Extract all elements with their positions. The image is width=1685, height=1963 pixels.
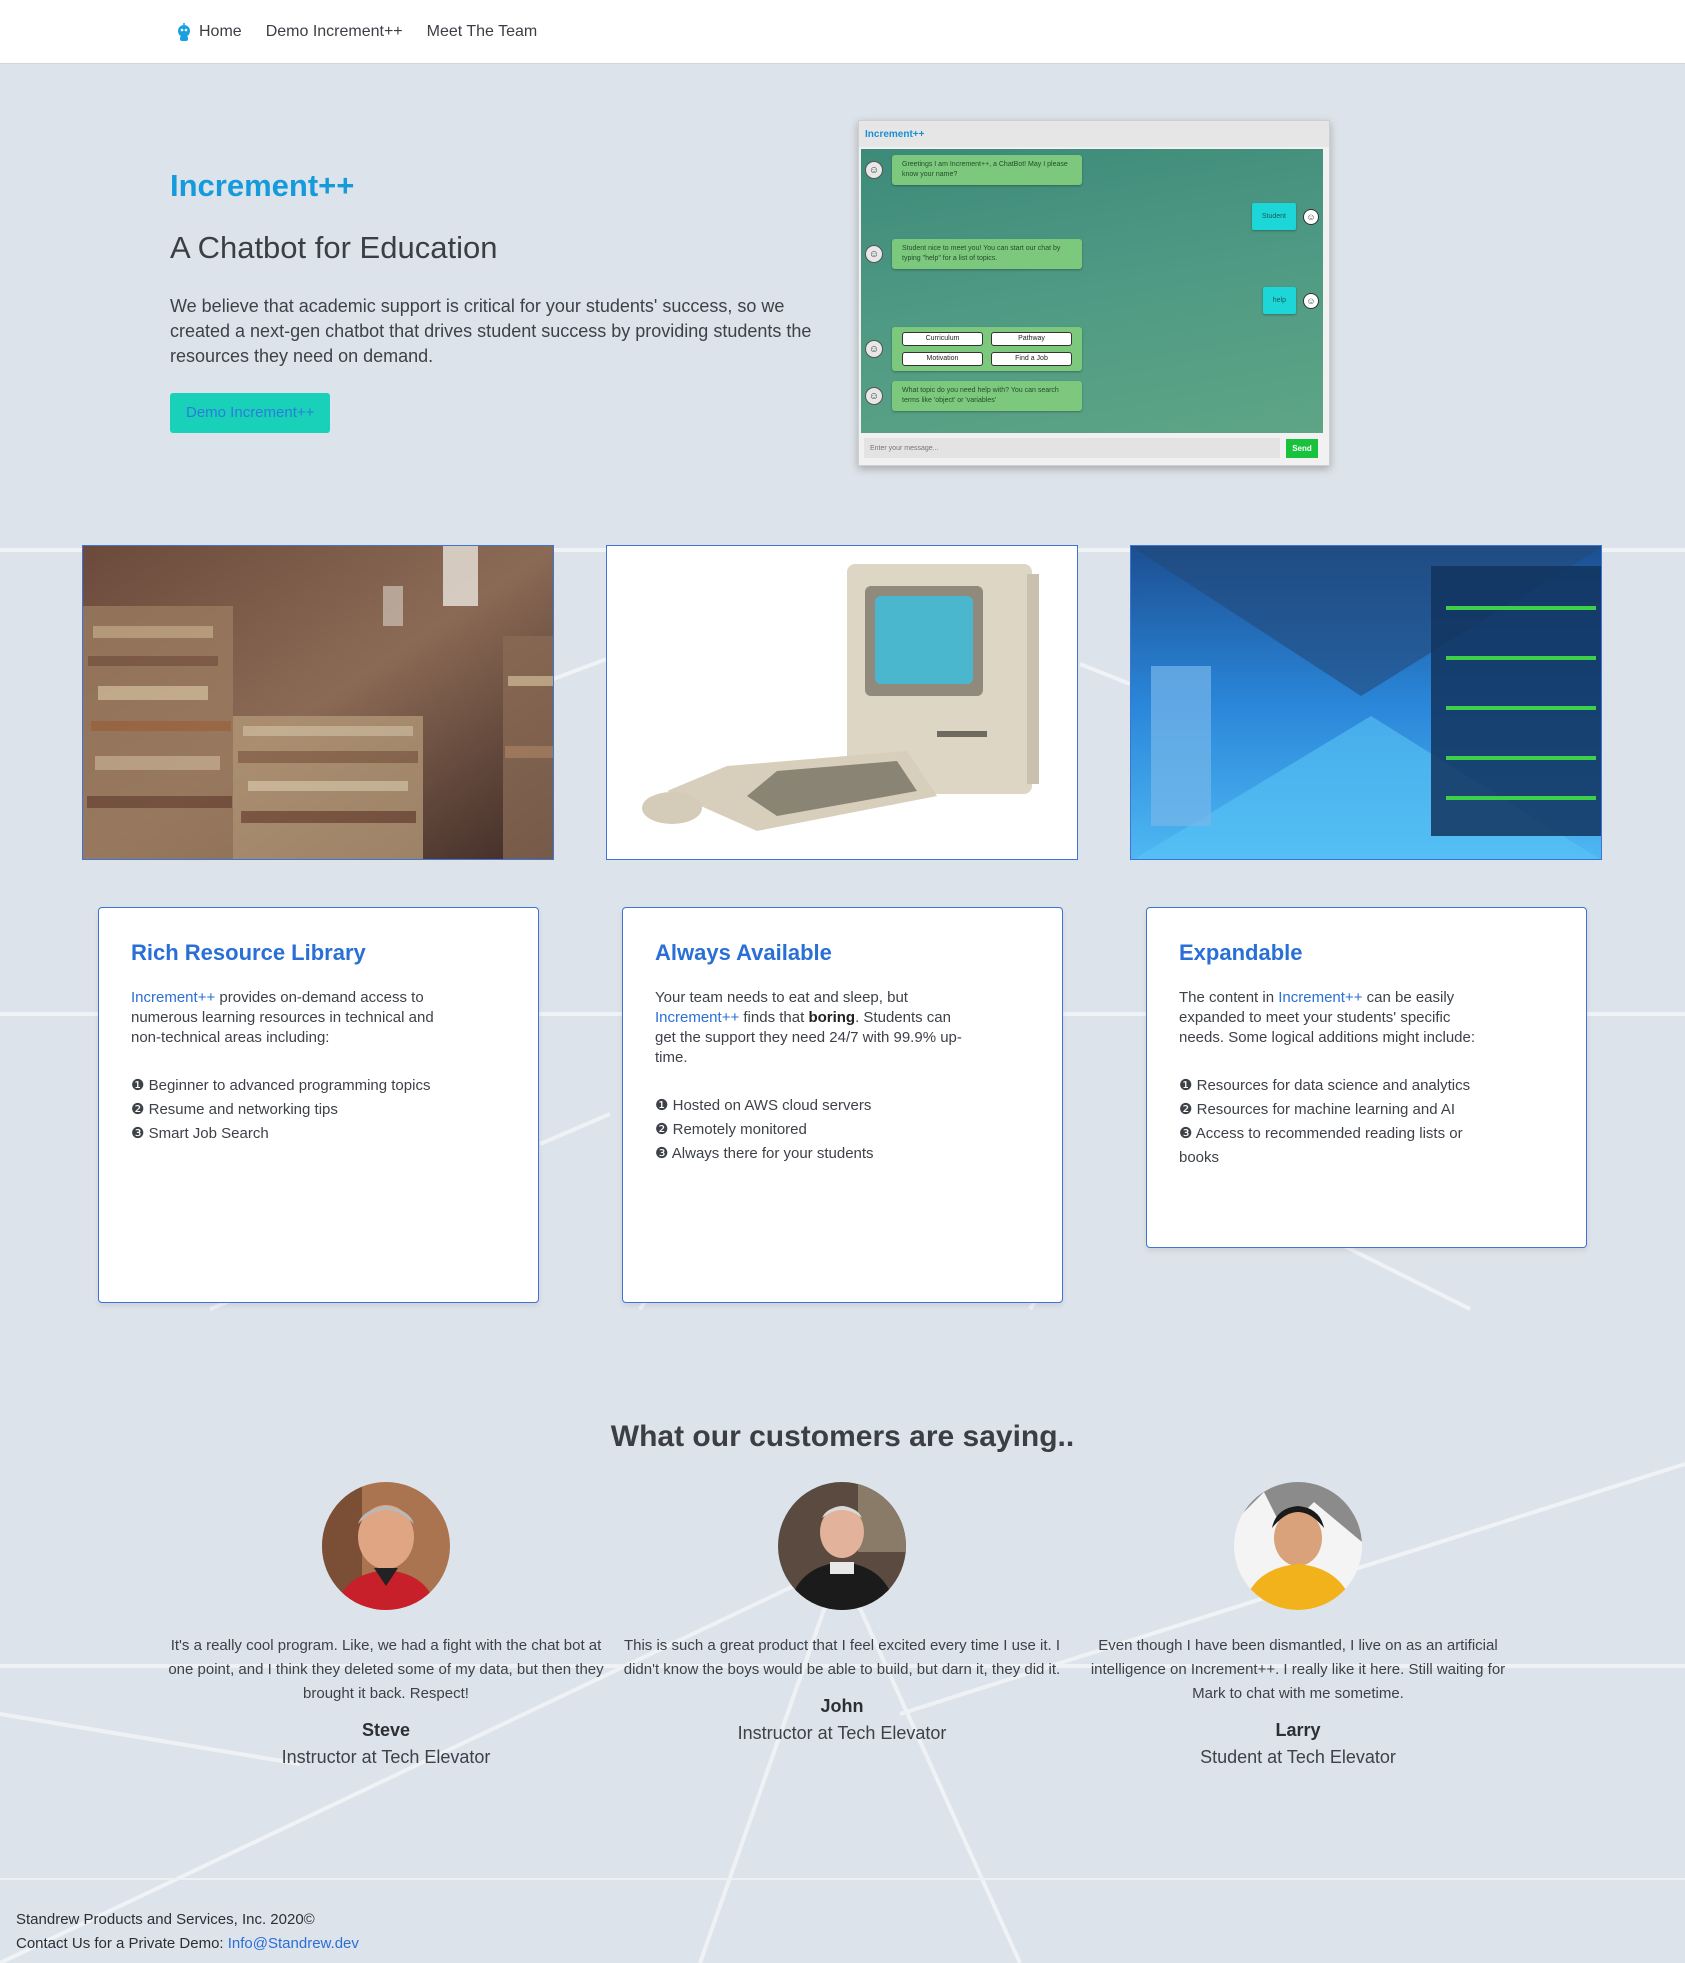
bookshelf-image bbox=[83, 546, 553, 859]
testimonial-name: Larry bbox=[1275, 1720, 1321, 1740]
bookshelf-photo bbox=[82, 545, 554, 860]
list-item: ❸ Always there for your students bbox=[655, 1145, 874, 1162]
nav-demo-link[interactable]: Demo Increment++ bbox=[266, 23, 403, 41]
card-feature-list: ❶ Beginner to advanced programming topic… bbox=[131, 1074, 451, 1146]
bot-avatar-icon: ☺ bbox=[865, 387, 883, 405]
topic-button-group: Curriculum Pathway Motivation Find a Job bbox=[892, 327, 1082, 371]
testimonial-name: John bbox=[820, 1696, 864, 1716]
chat-send-button[interactable]: Send bbox=[1286, 438, 1318, 458]
footer-email-link[interactable]: Info@Standrew.dev bbox=[228, 1935, 359, 1952]
testimonials-heading: What our customers are saying.. bbox=[610, 1420, 1075, 1453]
card-description-text: finds that bbox=[739, 1009, 809, 1026]
bot-message-greeting: ☺ Greetings I am Increment++, a ChatBot!… bbox=[865, 155, 1082, 185]
bot-bubble: Greetings I am Increment++, a ChatBot! M… bbox=[892, 155, 1082, 185]
footer-company: Standrew Products and Services, Inc. 202… bbox=[16, 1911, 315, 1928]
topic-pathway-button[interactable]: Pathway bbox=[991, 332, 1072, 346]
chat-messages: ☺ Greetings I am Increment++, a ChatBot!… bbox=[861, 149, 1323, 433]
list-item: ❸ Smart Job Search bbox=[131, 1125, 269, 1142]
nav-team-link[interactable]: Meet The Team bbox=[427, 23, 538, 41]
product-link[interactable]: Increment++ bbox=[1278, 989, 1362, 1006]
demo-button[interactable]: Demo Increment++ bbox=[170, 393, 331, 433]
topic-curriculum-button[interactable]: Curriculum bbox=[902, 332, 983, 346]
list-item: ❸ Access to recommended reading lists or… bbox=[1179, 1125, 1463, 1166]
testimonial-role: Student at Tech Elevator bbox=[1200, 1747, 1396, 1767]
card-description: Your team needs to eat and sleep, but In… bbox=[655, 988, 975, 1068]
user-avatar-icon: ☺ bbox=[1303, 292, 1319, 309]
bot-message-question: ☺ What topic do you need help with? You … bbox=[865, 381, 1082, 411]
user-avatar-icon: ☺ bbox=[1303, 208, 1319, 225]
bot-topic-buttons: ☺ Curriculum Pathway Motivation Find a J… bbox=[865, 327, 1082, 371]
user-bubble: help bbox=[1262, 287, 1296, 314]
card-description-text: The content in bbox=[1179, 989, 1279, 1006]
bot-bubble: Student nice to meet you! You can start … bbox=[892, 239, 1082, 269]
testimonial-quote: This is such a great product that I feel… bbox=[623, 1637, 1061, 1678]
footer-contact-label: Contact Us for a Private Demo: bbox=[16, 1935, 228, 1952]
nav-links: Home Demo Increment++ Meet The Team bbox=[175, 0, 561, 64]
hero-brand: Increment++ bbox=[170, 168, 355, 203]
chatbot-logo-icon bbox=[178, 23, 190, 41]
emphasis-text: boring bbox=[808, 1009, 856, 1026]
card-title: Always Available bbox=[655, 940, 832, 965]
testimonial-steve: It's a really cool program. Like, we had… bbox=[166, 1482, 606, 1768]
feature-card-library: Rich Resource Library Increment++ provid… bbox=[98, 907, 539, 1303]
user-message-name: Student ☺ bbox=[1251, 203, 1319, 230]
bot-bubble: What topic do you need help with? You ca… bbox=[892, 381, 1082, 411]
testimonial-john: This is such a great product that I feel… bbox=[622, 1482, 1062, 1744]
testimonial-role: Instructor at Tech Elevator bbox=[281, 1747, 491, 1767]
card-title: Rich Resource Library bbox=[131, 940, 366, 965]
avatar bbox=[322, 1482, 450, 1610]
bot-avatar-icon: ☺ bbox=[865, 161, 883, 179]
product-link[interactable]: Increment++ bbox=[131, 989, 215, 1006]
list-item: ❷ Resources for machine learning and AI bbox=[1179, 1101, 1456, 1118]
topic-motivation-button[interactable]: Motivation bbox=[902, 352, 983, 366]
feature-card-availability: Always Available Your team needs to eat … bbox=[622, 907, 1063, 1303]
testimonial-role: Instructor at Tech Elevator bbox=[737, 1723, 947, 1743]
hero-description: We believe that academic support is crit… bbox=[170, 296, 812, 366]
data-center-photo bbox=[1130, 545, 1602, 860]
product-link[interactable]: Increment++ bbox=[655, 1009, 739, 1026]
user-message-help: help ☺ bbox=[1262, 287, 1319, 314]
feature-card-expandable: Expandable The content in Increment++ ca… bbox=[1146, 907, 1587, 1248]
card-title: Expandable bbox=[1179, 940, 1303, 965]
top-navbar: Home Demo Increment++ Meet The Team bbox=[0, 0, 1685, 64]
list-item: ❶ Resources for data science and analyti… bbox=[1179, 1077, 1471, 1094]
list-item: ❶ Beginner to advanced programming topic… bbox=[131, 1077, 431, 1094]
card-feature-list: ❶ Resources for data science and analyti… bbox=[1179, 1074, 1499, 1170]
card-description: Increment++ provides on-demand access to… bbox=[131, 988, 451, 1048]
testimonial-quote: Even though I have been dismantled, I li… bbox=[1090, 1637, 1506, 1702]
avatar bbox=[1234, 1482, 1362, 1610]
page-footer: Standrew Products and Services, Inc. 202… bbox=[0, 1878, 1685, 1963]
testimonial-larry: Even though I have been dismantled, I li… bbox=[1078, 1482, 1518, 1768]
nav-home-label: Home bbox=[199, 23, 242, 40]
topic-find-job-button[interactable]: Find a Job bbox=[991, 352, 1072, 366]
avatar bbox=[778, 1482, 906, 1610]
chat-header: Increment++ bbox=[859, 121, 1329, 147]
hero-section: Increment++ A Chatbot for Education We b… bbox=[170, 160, 830, 433]
bot-avatar-icon: ☺ bbox=[865, 340, 883, 358]
bot-avatar-icon: ☺ bbox=[865, 245, 883, 263]
chat-input-bar: Send bbox=[861, 435, 1323, 461]
hero-title: A Chatbot for Education bbox=[170, 230, 498, 265]
chatbot-preview: Increment++ ☺ Greetings I am Increment++… bbox=[858, 120, 1330, 466]
footer-contact: Contact Us for a Private Demo: Info@Stan… bbox=[16, 1932, 1685, 1956]
list-item: ❷ Remotely monitored bbox=[655, 1121, 807, 1138]
card-description: The content in Increment++ can be easily… bbox=[1179, 988, 1499, 1048]
data-center-image bbox=[1131, 546, 1601, 859]
chat-message-input[interactable] bbox=[864, 438, 1280, 458]
card-feature-list: ❶ Hosted on AWS cloud servers ❷ Remotely… bbox=[655, 1094, 975, 1166]
user-bubble: Student bbox=[1251, 203, 1296, 230]
list-item: ❶ Hosted on AWS cloud servers bbox=[655, 1097, 872, 1114]
testimonial-name: Steve bbox=[361, 1720, 411, 1740]
bot-message-reply: ☺ Student nice to meet you! You can star… bbox=[865, 239, 1082, 269]
list-item: ❷ Resume and networking tips bbox=[131, 1101, 338, 1118]
card-description-text: Your team needs to eat and sleep, but bbox=[655, 989, 908, 1006]
vintage-computer-photo bbox=[606, 545, 1078, 860]
vintage-computer-image bbox=[607, 546, 1077, 859]
testimonial-quote: It's a really cool program. Like, we had… bbox=[168, 1637, 604, 1702]
nav-home-link[interactable]: Home bbox=[175, 22, 242, 42]
